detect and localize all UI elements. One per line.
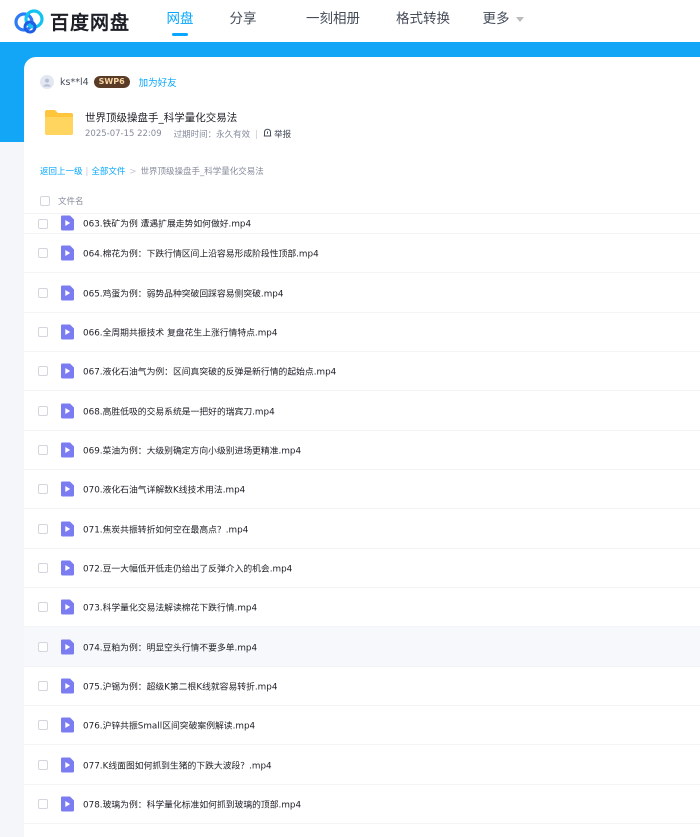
video-file-icon (60, 757, 75, 777)
file-checkbox[interactable] (38, 798, 48, 809)
file-row[interactable]: 069.菜油为例：大级别确定方向小级别进场更精准.mp4 (24, 431, 700, 471)
report-icon (263, 128, 274, 140)
file-row[interactable]: 073.科学量化交易法解读棉花下跌行情.mp4 (24, 588, 700, 628)
file-name[interactable]: 070.液化石油气详解数K线技术用法.mp4 (83, 483, 245, 496)
select-all-checkbox[interactable] (40, 196, 50, 206)
file-checkbox[interactable] (38, 602, 48, 613)
vip-badge: SWP6 (93, 76, 130, 88)
video-file-icon (60, 560, 75, 580)
video-file-icon (60, 481, 75, 501)
file-name[interactable]: 069.菜油为例：大级别确定方向小级别进场更精准.mp4 (83, 443, 301, 456)
share-title: 世界顶级操盘手_科学量化交易法 (85, 112, 238, 124)
file-checkbox[interactable] (38, 248, 48, 259)
video-file-icon (60, 403, 75, 423)
brand-logo[interactable]: 百度网盘 (14, 6, 130, 36)
top-navigation: 百度网盘 网盘 分享 一刻相册 格式转换 更多 (0, 0, 700, 42)
file-name[interactable]: 076.沪锌共振Small区间突破案例解读.mp4 (83, 719, 255, 732)
breadcrumb-back[interactable]: 返回上一级 (40, 167, 83, 177)
column-header-filename: 文件名 (58, 197, 84, 207)
file-row[interactable]: 070.液化石油气详解数K线技术用法.mp4 (24, 470, 700, 510)
add-friend-link[interactable]: 加为好友 (139, 75, 177, 89)
video-file-icon (60, 442, 75, 462)
nav-item-share[interactable]: 分享 (213, 0, 273, 42)
file-row[interactable]: 078.玻璃为例：科学量化标准如何抓到玻璃的顶部.mp4 (24, 785, 700, 825)
file-row[interactable]: 075.沪锡为例：超级K第二根K线就容易转折.mp4 (24, 667, 700, 707)
file-checkbox[interactable] (38, 287, 48, 298)
share-date: 2025-07-15 22:09 (85, 129, 162, 139)
file-checkbox[interactable] (38, 641, 48, 652)
breadcrumb-all-files[interactable]: 全部文件 (91, 167, 125, 177)
file-checkbox[interactable] (38, 326, 48, 337)
file-name[interactable]: 074.豆粕为例：明显空头行情不要多单.mp4 (83, 640, 257, 653)
nav-item-format-convert[interactable]: 格式转换 (383, 0, 463, 42)
file-table-header: 文件名 (24, 191, 700, 214)
sharer-name[interactable]: ks**l4 (60, 77, 89, 88)
file-name[interactable]: 065.鸡蛋为例：弱势品种突破回踩容易侧突破.mp4 (83, 286, 283, 299)
share-meta: 2025-07-15 22:09 过期时间： 永久有效 举报 (85, 128, 291, 140)
video-file-icon (60, 285, 75, 305)
file-name[interactable]: 073.科学量化交易法解读棉花下跌行情.mp4 (83, 601, 257, 614)
video-file-icon (60, 215, 75, 233)
video-file-icon (60, 521, 75, 541)
file-checkbox[interactable] (38, 759, 48, 770)
file-name[interactable]: 075.沪锡为例：超级K第二根K线就容易转折.mp4 (83, 679, 277, 692)
file-name[interactable]: 078.玻璃为例：科学量化标准如何抓到玻璃的顶部.mp4 (83, 797, 301, 810)
file-name[interactable]: 071.焦炭共振转折如何空在最高点？.mp4 (83, 522, 248, 535)
file-checkbox[interactable] (38, 405, 48, 416)
nav-item-more[interactable]: 更多 (473, 0, 533, 42)
video-file-icon (60, 639, 75, 659)
file-name[interactable]: 066.全周期共振技术 复盘花生上涨行情特点.mp4 (83, 325, 277, 338)
video-file-icon (60, 796, 75, 816)
file-checkbox[interactable] (38, 562, 48, 573)
video-file-icon (60, 599, 75, 619)
file-checkbox[interactable] (38, 444, 48, 455)
baidu-cloud-logo-icon (14, 8, 44, 34)
file-name[interactable]: 064.棉花为例：下跌行情区间上沿容易形成阶段性顶部.mp4 (83, 247, 319, 260)
file-row[interactable]: 064.棉花为例：下跌行情区间上沿容易形成阶段性顶部.mp4 (24, 234, 700, 274)
file-name[interactable]: 072.豆一大幅低开低走仍给出了反弹介入的机会.mp4 (83, 561, 292, 574)
main-nav: 网盘 分享 一刻相册 格式转换 更多 (150, 0, 533, 42)
file-row[interactable]: 076.沪锌共振Small区间突破案例解读.mp4 (24, 706, 700, 746)
file-checkbox[interactable] (38, 680, 48, 691)
avatar-icon[interactable] (40, 75, 54, 89)
breadcrumb: 返回上一级 | 全部文件 > 世界顶级操盘手_科学量化交易法 (40, 167, 264, 177)
file-name[interactable]: 063.铁矿为例 遭遇扩展走势如何做好.mp4 (83, 217, 251, 230)
file-row[interactable]: 067.液化石油气为例：区间真突破的反弹是新行情的起始点.mp4 (24, 352, 700, 392)
file-row[interactable]: 065.鸡蛋为例：弱势品种突破回踩容易侧突破.mp4 (24, 273, 700, 313)
video-file-icon (60, 678, 75, 698)
file-checkbox[interactable] (38, 720, 48, 731)
file-row[interactable]: 063.铁矿为例 遭遇扩展走势如何做好.mp4 (24, 213, 700, 234)
file-checkbox[interactable] (38, 219, 48, 229)
nav-item-netdisk[interactable]: 网盘 (150, 0, 210, 42)
video-file-icon (60, 717, 75, 737)
breadcrumb-current: 世界顶级操盘手_科学量化交易法 (140, 167, 264, 177)
file-row[interactable]: 068.高胜低吸的交易系统是一把好的瑞宾刀.mp4 (24, 391, 700, 431)
file-list: 063.铁矿为例 遭遇扩展走势如何做好.mp4 064.棉花为例：下跌行情区间上… (24, 213, 700, 825)
file-name[interactable]: 077.K线面图如何抓到生猪的下跌大波段？.mp4 (83, 758, 272, 771)
brand-name: 百度网盘 (50, 11, 131, 34)
video-file-icon (60, 245, 75, 265)
file-row[interactable]: 077.K线面图如何抓到生猪的下跌大波段？.mp4 (24, 745, 700, 785)
report-button[interactable]: 举报 (263, 128, 291, 140)
file-checkbox[interactable] (38, 523, 48, 534)
file-name[interactable]: 067.液化石油气为例：区间真突破的反弹是新行情的起始点.mp4 (83, 365, 336, 378)
video-file-icon (60, 324, 75, 344)
sharer-info: ks**l4 SWP6 加为好友 (40, 74, 177, 90)
chevron-down-icon (515, 16, 524, 22)
expire-label: 过期时间： (173, 130, 217, 140)
share-card: ks**l4 SWP6 加为好友 世界顶级操盘手_科学量化交易法 2025-07… (24, 57, 700, 837)
nav-item-album[interactable]: 一刻相册 (293, 0, 373, 42)
divider (256, 129, 258, 139)
file-checkbox[interactable] (38, 366, 48, 377)
file-checkbox[interactable] (38, 484, 48, 495)
expire-value: 永久有效 (216, 130, 251, 140)
folder-icon (43, 108, 75, 140)
file-row[interactable]: 072.豆一大幅低开低走仍给出了反弹介入的机会.mp4 (24, 549, 700, 589)
video-file-icon (60, 363, 75, 383)
file-name[interactable]: 068.高胜低吸的交易系统是一把好的瑞宾刀.mp4 (83, 404, 275, 417)
file-row[interactable]: 066.全周期共振技术 复盘花生上涨行情特点.mp4 (24, 313, 700, 353)
file-row[interactable]: 071.焦炭共振转折如何空在最高点？.mp4 (24, 509, 700, 549)
file-row[interactable]: 074.豆粕为例：明显空头行情不要多单.mp4 (24, 627, 700, 667)
